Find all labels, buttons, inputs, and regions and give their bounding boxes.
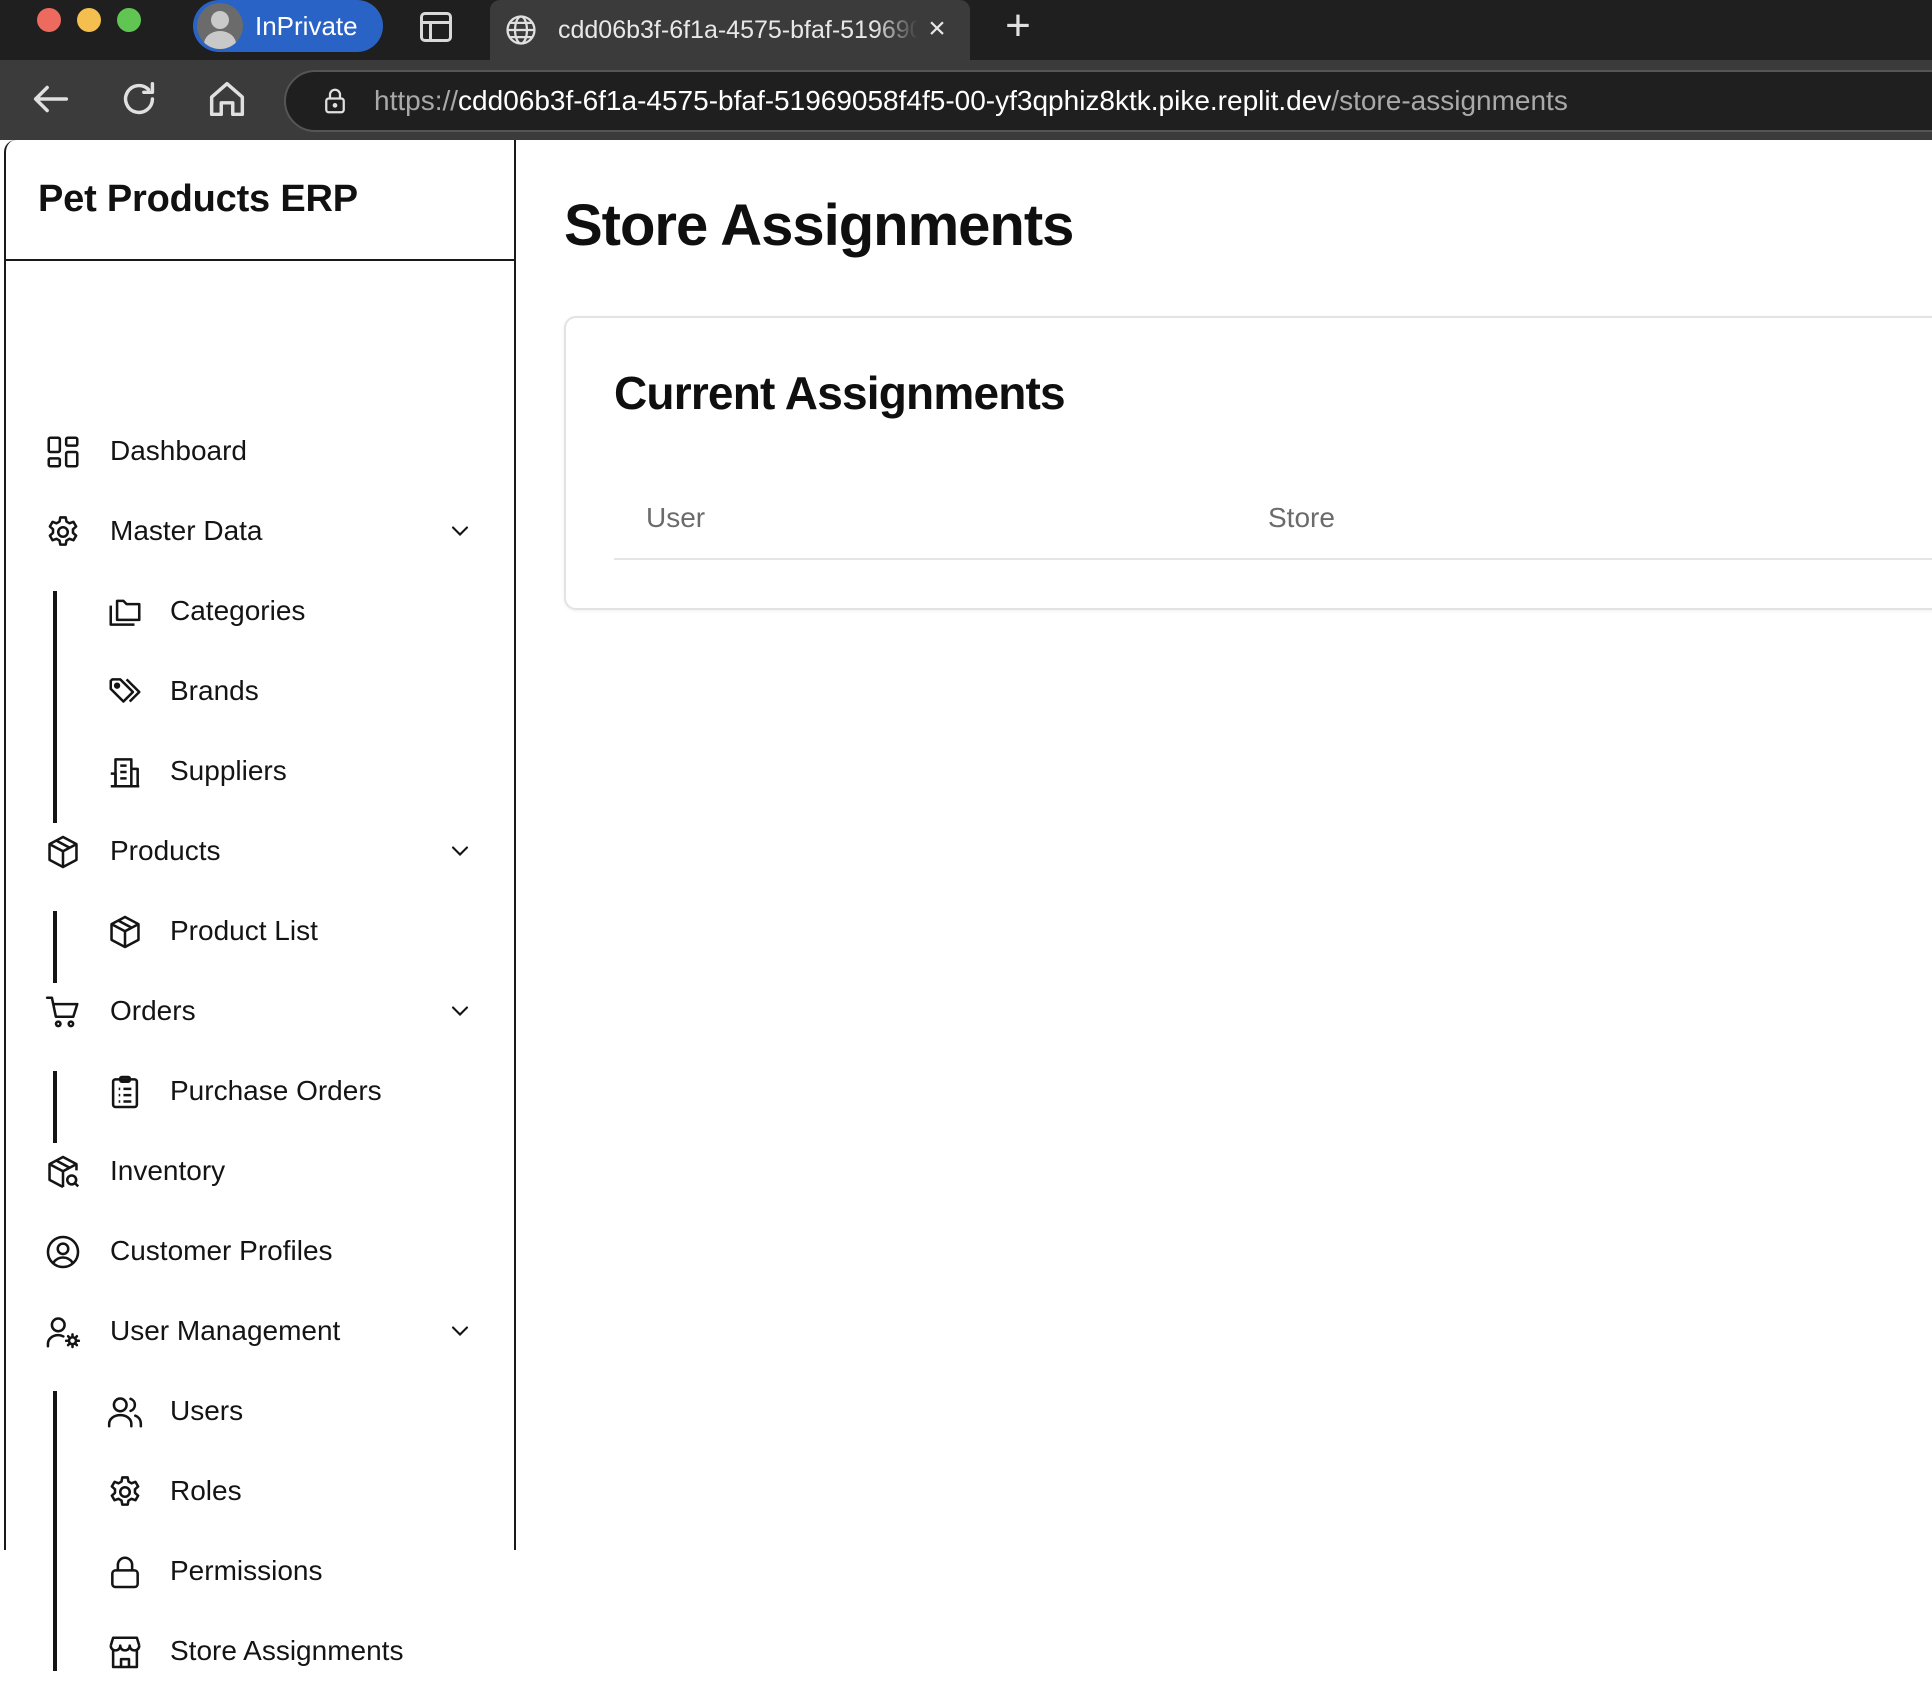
address-bar[interactable]: https://cdd06b3f-6f1a-4575-bfaf-51969058… — [284, 70, 1932, 132]
brand-header: Pet Products ERP — [6, 140, 514, 261]
dashboard-icon — [47, 436, 79, 468]
store-icon — [109, 1636, 141, 1669]
sidebar-item-label: Permissions — [170, 1555, 323, 1586]
sidebar-item-label: Store Assignments — [170, 1635, 404, 1666]
sidebar-item-label: Inventory — [110, 1155, 226, 1186]
sidebar-item-master-data[interactable]: Master Data — [6, 491, 516, 571]
building-icon — [110, 758, 140, 788]
tags-icon — [109, 678, 141, 703]
gear-icon — [48, 516, 78, 546]
sidebar-item-product-list[interactable]: Product List — [6, 891, 516, 971]
package-search-icon — [48, 1155, 80, 1189]
sidebar-item-categories[interactable]: Categories — [6, 571, 516, 651]
sidebar-item-permissions[interactable]: Permissions — [6, 1531, 516, 1611]
sidebar-item-label: Roles — [170, 1475, 242, 1506]
sidebar-item-label: Products — [110, 835, 221, 866]
clipboard-list-icon — [111, 1075, 139, 1109]
sidebar-item-label: User Management — [110, 1315, 341, 1346]
folders-icon — [109, 599, 141, 626]
sidebar-item-label: Categories — [170, 595, 306, 626]
back-arrow-icon[interactable] — [28, 76, 74, 122]
sidebar-item-label: Orders — [110, 995, 196, 1026]
inprivate-profile-button[interactable]: InPrivate — [193, 0, 383, 52]
home-icon[interactable] — [204, 76, 250, 122]
package-icon — [110, 915, 140, 949]
minimize-window-button[interactable] — [77, 8, 101, 32]
assignments-card: Current Assignments User Store — [564, 316, 1932, 610]
sidebar-item-inventory[interactable]: Inventory — [6, 1131, 516, 1211]
card-title: Current Assignments — [614, 367, 1066, 419]
inprivate-label: InPrivate — [255, 10, 358, 41]
sidebar-item-label: Purchase Orders — [170, 1075, 382, 1106]
main-content: Store Assignments Current Assignments Us… — [518, 140, 1932, 1550]
address-toolbar: https://cdd06b3f-6f1a-4575-bfaf-51969058… — [0, 60, 1932, 140]
maximize-window-button[interactable] — [117, 8, 141, 32]
url-text: https://cdd06b3f-6f1a-4575-bfaf-51969058… — [374, 85, 1568, 117]
table-header: User Store — [614, 486, 1932, 560]
user-circle-icon — [46, 1235, 80, 1269]
chevron-down-icon — [451, 846, 469, 856]
sidebar-item-label: Product List — [170, 915, 318, 946]
reload-icon[interactable] — [116, 76, 162, 122]
lock-icon — [111, 1556, 139, 1589]
tab-actions-icon[interactable] — [420, 12, 452, 42]
sidebar-item-products[interactable]: Products — [6, 811, 516, 891]
sidebar-item-label: Customer Profiles — [110, 1235, 333, 1266]
sidebar-item-label: Users — [170, 1395, 244, 1426]
sidebar-item-dashboard[interactable]: Dashboard — [6, 411, 516, 491]
profile-avatar — [197, 3, 243, 49]
sidebar-item-suppliers[interactable]: Suppliers — [6, 731, 516, 811]
column-header-store: Store — [1268, 502, 1335, 533]
package-icon — [48, 835, 78, 869]
sidebar-item-brands[interactable]: Brands — [6, 651, 516, 731]
new-tab-icon[interactable]: + — [998, 4, 1038, 48]
sidebar-item-purchase-orders[interactable]: Purchase Orders — [6, 1051, 516, 1131]
browser-tab-active[interactable]: cdd06b3f-6f1a-4575-bfaf-51969058f4f5-00-… — [490, 0, 970, 60]
sidebar-item-label: Master Data — [110, 515, 263, 546]
sidebar-item-roles[interactable]: Roles — [6, 1451, 516, 1531]
sidebar-item-label: Dashboard — [110, 435, 247, 466]
users-icon — [107, 1397, 143, 1428]
sidebar-item-orders[interactable]: Orders — [6, 971, 516, 1051]
user-cog-icon — [46, 1317, 81, 1349]
sidebar-item-label: Brands — [170, 675, 259, 706]
brand-title: Pet Products ERP — [38, 178, 358, 220]
sidebar-item-customer-profiles[interactable]: Customer Profiles — [6, 1211, 516, 1291]
sidebar-item-user-management[interactable]: User Management — [6, 1291, 516, 1371]
cart-icon — [45, 996, 79, 1028]
chevron-down-icon — [451, 526, 469, 536]
url-path: /store-assignments — [1331, 85, 1568, 116]
sidebar-item-label: Suppliers — [170, 755, 287, 786]
chevron-down-icon — [451, 1326, 469, 1336]
sidebar-item-store-assignments[interactable]: Store Assignments — [6, 1611, 516, 1691]
close-window-button[interactable] — [37, 8, 61, 32]
close-tab-icon[interactable]: × — [922, 14, 952, 44]
page-title: Store Assignments — [564, 193, 1074, 258]
url-host: cdd06b3f-6f1a-4575-bfaf-51969058f4f5-00-… — [458, 85, 1332, 116]
chevron-down-icon — [451, 1006, 469, 1016]
sidebar: Pet Products ERP Dashboard Master Data C… — [4, 140, 516, 1671]
lock-icon — [325, 88, 345, 114]
column-header-user: User — [646, 502, 706, 533]
sidebar-item-users[interactable]: Users — [6, 1371, 516, 1451]
tab-title: cdd06b3f-6f1a-4575-bfaf-51969058f4f5-00-… — [558, 15, 918, 44]
browser-tab-strip: InPrivate cdd06b3f-6f1a-4575-bfaf-519690… — [0, 0, 1932, 60]
globe-icon — [506, 15, 536, 45]
url-scheme: https:// — [374, 85, 459, 116]
gear-icon — [110, 1476, 140, 1506]
